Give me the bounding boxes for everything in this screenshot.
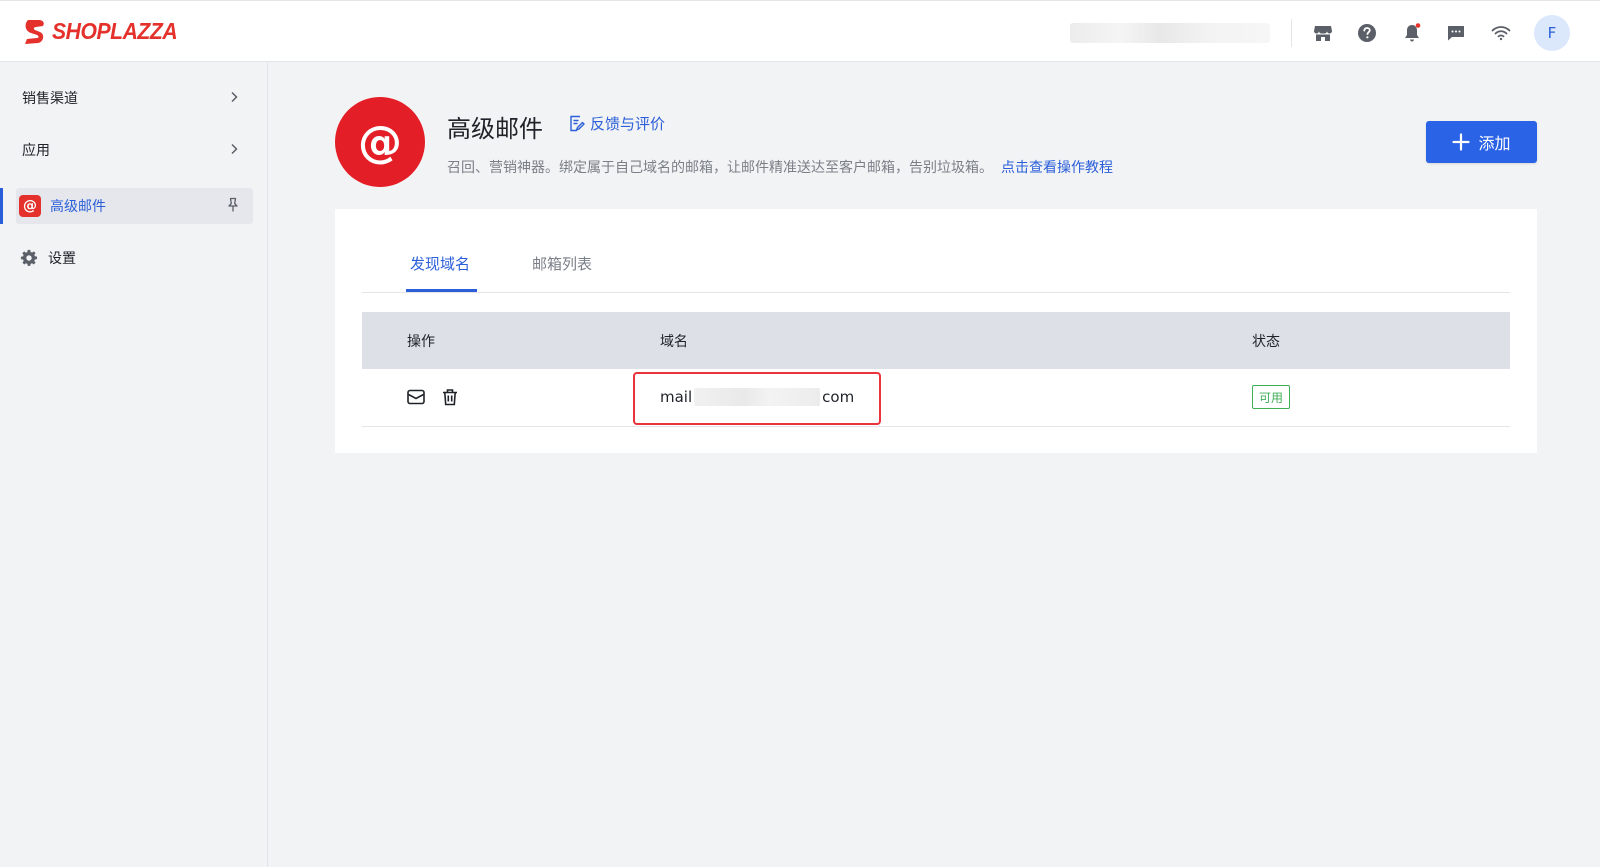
chevron-right-icon xyxy=(227,142,241,160)
store-name-redacted xyxy=(1070,23,1270,43)
top-bar: SHOPLAZZA F xyxy=(0,0,1600,62)
sidebar-item-label: 销售渠道 xyxy=(22,91,78,107)
domain-prefix: mail xyxy=(660,388,693,406)
domain-value[interactable]: mail com xyxy=(660,388,854,406)
store-icon[interactable] xyxy=(1311,21,1335,45)
app-description: 召回、营销神器。绑定属于自己域名的邮箱，让邮件精准送达至客户邮箱，告别垃圾箱。点… xyxy=(447,157,1113,177)
wifi-icon[interactable] xyxy=(1489,21,1513,45)
gear-icon xyxy=(20,249,38,267)
topbar-divider xyxy=(1291,19,1292,47)
active-indicator xyxy=(0,188,3,224)
tab-bar: 发现域名 邮箱列表 xyxy=(362,209,1510,293)
tab-discover-domains[interactable]: 发现域名 xyxy=(410,253,470,293)
active-tab-underline xyxy=(406,289,477,292)
help-icon[interactable] xyxy=(1355,21,1379,45)
chevron-right-icon xyxy=(227,90,241,108)
shoplazza-logo-icon xyxy=(22,19,46,45)
table-row: mail com 可用 xyxy=(362,369,1510,427)
status-badge: 可用 xyxy=(1252,385,1291,409)
message-icon[interactable] xyxy=(1444,21,1468,45)
sidebar-item-label: 高级邮件 xyxy=(50,199,106,215)
domain-card: 发现域名 邮箱列表 操作 域名 状态 mail com 可用 xyxy=(335,209,1537,453)
sidebar-item-advanced-mail[interactable]: @ 高级邮件 xyxy=(16,188,253,224)
plus-icon xyxy=(1452,133,1471,151)
tutorial-link[interactable]: 点击查看操作教程 xyxy=(1001,160,1113,176)
add-button-label: 添加 xyxy=(1478,136,1511,153)
app-logo: @ xyxy=(335,97,425,187)
tab-mailbox-list[interactable]: 邮箱列表 xyxy=(532,253,592,293)
column-header-actions: 操作 xyxy=(407,334,435,350)
at-sign-icon: @ xyxy=(19,195,41,217)
user-avatar[interactable]: F xyxy=(1534,15,1570,51)
column-header-status: 状态 xyxy=(1252,334,1280,350)
add-button[interactable]: 添加 xyxy=(1426,121,1537,163)
column-header-domain: 域名 xyxy=(660,334,688,350)
bell-icon[interactable] xyxy=(1400,21,1424,45)
sidebar-item-sales-channels[interactable]: 销售渠道 xyxy=(16,80,253,116)
sidebar-item-settings[interactable]: 设置 xyxy=(16,240,253,276)
feedback-label: 反馈与评价 xyxy=(590,115,666,133)
sidebar-item-label: 应用 xyxy=(22,143,50,159)
domain-suffix: com xyxy=(822,388,855,406)
feedback-link[interactable]: 反馈与评价 xyxy=(568,113,665,134)
description-text: 召回、营销神器。绑定属于自己域名的邮箱，让邮件精准送达至客户邮箱，告别垃圾箱。 xyxy=(447,160,993,176)
edit-note-icon xyxy=(568,115,585,132)
page-title: 高级邮件 xyxy=(447,115,543,143)
sidebar: 销售渠道 应用 @ 高级邮件 设置 xyxy=(0,62,268,867)
trash-icon[interactable] xyxy=(440,387,460,407)
brand-logo[interactable]: SHOPLAZZA xyxy=(22,18,188,45)
sidebar-item-label: 设置 xyxy=(48,251,76,267)
pin-icon[interactable] xyxy=(225,197,241,217)
table-header: 操作 域名 状态 xyxy=(362,312,1510,369)
brand-name: SHOPLAZZA xyxy=(52,18,178,44)
domain-redacted xyxy=(694,388,821,406)
mail-icon[interactable] xyxy=(406,387,426,407)
sidebar-item-apps[interactable]: 应用 xyxy=(16,132,253,168)
